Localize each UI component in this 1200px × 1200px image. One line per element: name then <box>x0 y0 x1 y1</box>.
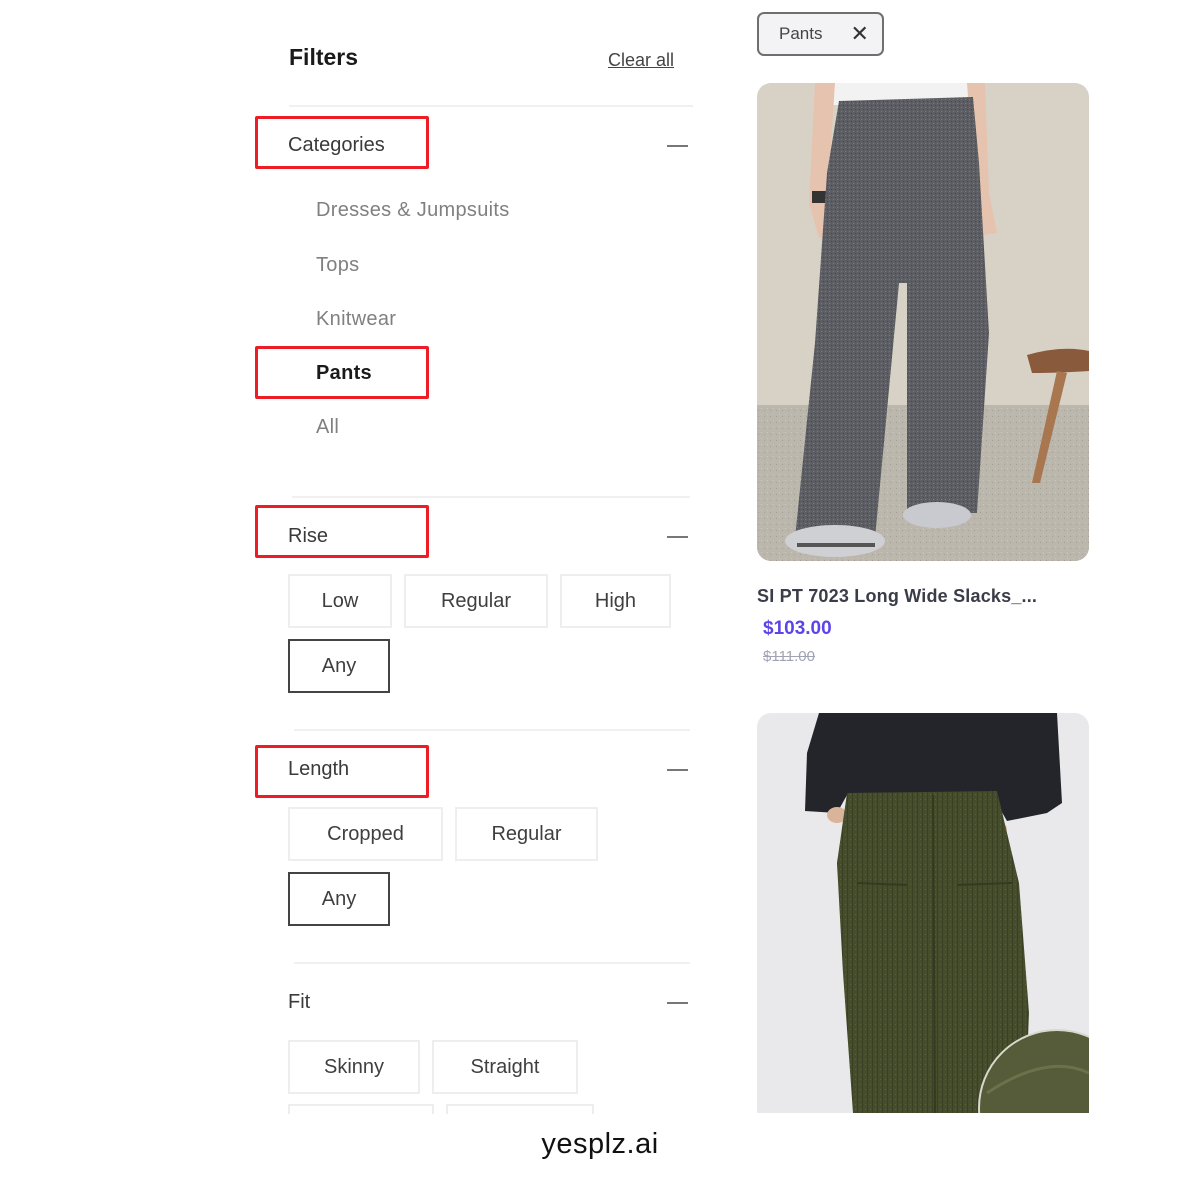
fit-option-straight[interactable]: Straight <box>432 1040 578 1094</box>
fit-option-more[interactable] <box>288 1104 434 1114</box>
divider <box>292 496 690 498</box>
length-section-title[interactable]: Length <box>288 758 349 781</box>
length-option-cropped[interactable]: Cropped <box>288 807 443 861</box>
category-item-dresses-jumpsuits[interactable]: Dresses & Jumpsuits <box>316 199 510 222</box>
highlight-box-rise <box>255 505 429 558</box>
minus-icon[interactable] <box>667 769 688 771</box>
length-option-regular[interactable]: Regular <box>455 807 598 861</box>
brand-watermark: yesplz.ai <box>541 1128 659 1160</box>
grey-wide-slacks-photo <box>757 83 1089 561</box>
category-item-knitwear[interactable]: Knitwear <box>316 308 396 331</box>
category-item-pants[interactable]: Pants <box>316 362 372 385</box>
active-filter-chip[interactable]: Pants ✕ <box>757 12 884 56</box>
divider <box>289 105 693 107</box>
divider <box>294 729 690 731</box>
minus-icon[interactable] <box>667 145 688 147</box>
minus-icon[interactable] <box>667 1002 688 1004</box>
active-filter-chip-label: Pants <box>779 24 823 43</box>
minus-icon[interactable] <box>667 536 688 538</box>
product-image-grey-slacks[interactable] <box>757 83 1089 561</box>
divider <box>294 962 690 964</box>
product-image-olive-corduroy[interactable] <box>757 713 1089 1113</box>
filters-title: Filters <box>289 44 359 70</box>
product-sale-price: $103.00 <box>763 618 832 639</box>
olive-corduroy-pants-photo <box>757 713 1089 1113</box>
category-item-tops[interactable]: Tops <box>316 254 359 277</box>
fit-option-skinny[interactable]: Skinny <box>288 1040 420 1094</box>
fit-section-title[interactable]: Fit <box>288 991 310 1014</box>
length-option-any[interactable]: Any <box>288 872 390 926</box>
fit-option-more[interactable] <box>446 1104 594 1114</box>
rise-option-regular[interactable]: Regular <box>404 574 548 628</box>
category-item-all[interactable]: All <box>316 416 339 439</box>
product-name[interactable]: SI PT 7023 Long Wide Slacks_... <box>757 586 1037 607</box>
rise-option-any[interactable]: Any <box>288 639 390 693</box>
product-original-price: $111.00 <box>763 648 815 665</box>
rise-option-low[interactable]: Low <box>288 574 392 628</box>
rise-option-high[interactable]: High <box>560 574 671 628</box>
rise-section-title[interactable]: Rise <box>288 525 328 548</box>
categories-section-title[interactable]: Categories <box>288 134 385 157</box>
clear-all-link[interactable]: Clear all <box>608 50 674 71</box>
close-icon[interactable]: ✕ <box>850 23 868 45</box>
